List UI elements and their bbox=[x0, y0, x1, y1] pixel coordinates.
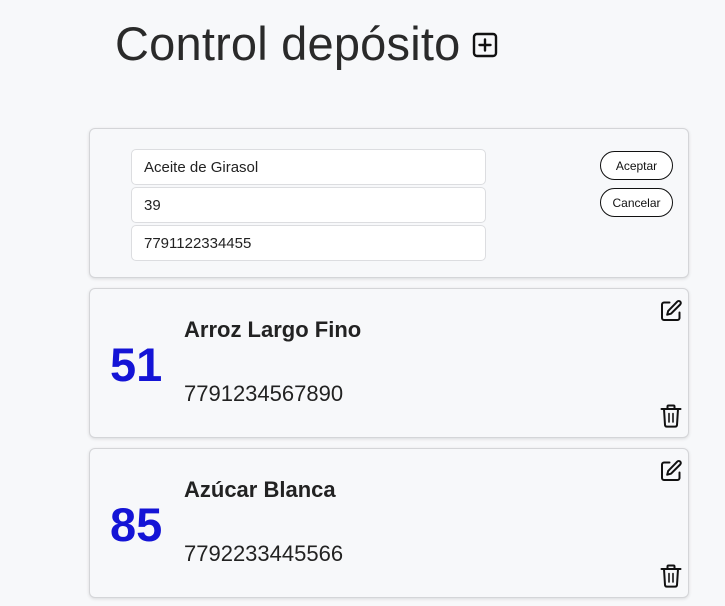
product-name: Azúcar Blanca bbox=[184, 477, 336, 502]
edit-icon[interactable] bbox=[659, 459, 683, 483]
product-card: 51 Arroz Largo Fino 7791234567890 bbox=[89, 288, 689, 438]
plus-square-icon[interactable] bbox=[472, 32, 498, 58]
edit-icon[interactable] bbox=[659, 299, 683, 323]
product-form-card: Aceptar Cancelar bbox=[89, 128, 689, 278]
accept-button[interactable]: Aceptar bbox=[600, 151, 673, 180]
product-quantity-input[interactable] bbox=[131, 187, 486, 223]
trash-icon[interactable] bbox=[660, 564, 682, 588]
product-quantity: 51 bbox=[110, 338, 163, 391]
product-name: Arroz Largo Fino bbox=[184, 317, 362, 342]
product-quantity: 85 bbox=[110, 498, 163, 551]
product-code: 7792233445566 bbox=[184, 541, 344, 566]
trash-icon[interactable] bbox=[660, 404, 682, 428]
product-card: 85 Azúcar Blanca 7792233445566 bbox=[89, 448, 689, 598]
product-code-input[interactable] bbox=[131, 225, 486, 261]
product-code: 7791234567890 bbox=[184, 381, 344, 406]
page-title: Control depósito bbox=[115, 17, 461, 70]
page-header: Control depósito bbox=[115, 14, 498, 74]
product-name-input[interactable] bbox=[131, 149, 486, 185]
cancel-button[interactable]: Cancelar bbox=[600, 188, 673, 217]
